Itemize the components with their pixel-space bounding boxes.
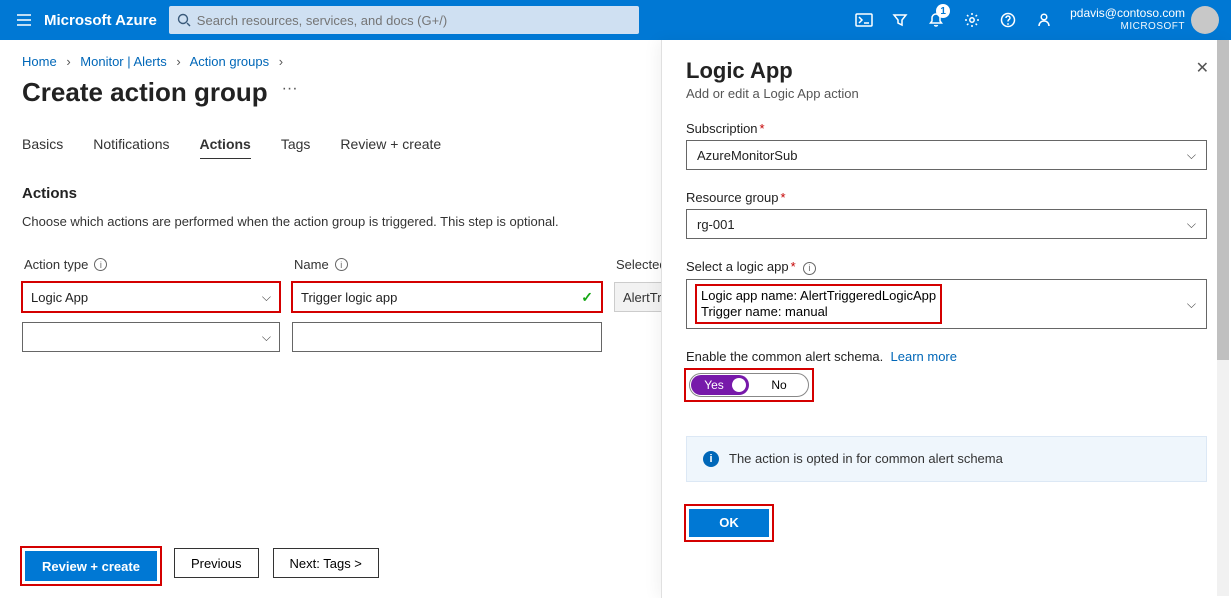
chevron-down-icon: ⌵: [1187, 296, 1196, 312]
tab-review-create[interactable]: Review + create: [340, 136, 441, 159]
common-alert-schema-toggle[interactable]: Yes No: [689, 373, 809, 397]
previous-button[interactable]: Previous: [174, 548, 259, 578]
notifications-icon[interactable]: 1: [918, 0, 954, 40]
tab-basics[interactable]: Basics: [22, 136, 63, 159]
notification-badge: 1: [936, 4, 950, 18]
page-title: Create action group: [22, 77, 268, 108]
info-icon[interactable]: i: [335, 258, 348, 271]
info-icon[interactable]: i: [94, 258, 107, 271]
chevron-down-icon: ⌵: [1187, 148, 1196, 163]
action-name-input[interactable]: Trigger logic app✓: [292, 282, 602, 312]
subscription-dropdown[interactable]: AzureMonitorSub⌵: [686, 140, 1207, 170]
wizard-footer: Review + create Previous Next: Tags >: [22, 548, 379, 584]
col-header-name: Name i: [292, 253, 602, 282]
ok-button[interactable]: OK: [689, 509, 769, 537]
tab-notifications[interactable]: Notifications: [93, 136, 169, 159]
breadcrumb-home[interactable]: Home: [22, 54, 57, 69]
tab-tags[interactable]: Tags: [281, 136, 311, 159]
info-circle-icon: i: [703, 451, 719, 467]
next-tags-button[interactable]: Next: Tags >: [273, 548, 379, 578]
user-avatar[interactable]: [1191, 6, 1219, 34]
info-icon[interactable]: i: [803, 262, 816, 275]
schema-info-box: i The action is opted in for common aler…: [686, 436, 1207, 482]
chevron-down-icon: ⌵: [262, 290, 271, 305]
user-account-block[interactable]: pdavis@contoso.com MICROSOFT: [1070, 6, 1185, 34]
scrollbar-thumb[interactable]: [1217, 40, 1229, 360]
panel-subtitle: Add or edit a Logic App action: [686, 86, 1207, 101]
page-more-icon[interactable]: ···: [282, 80, 298, 98]
resource-group-dropdown[interactable]: rg-001⌵: [686, 209, 1207, 239]
logic-app-side-panel: Logic App Add or edit a Logic App action…: [661, 40, 1231, 598]
panel-close-icon[interactable]: ✕: [1196, 58, 1209, 78]
directories-filter-icon[interactable]: [882, 0, 918, 40]
feedback-icon[interactable]: [1026, 0, 1062, 40]
subscription-label: Subscription*: [686, 121, 1207, 136]
brand-label: Microsoft Azure: [44, 12, 157, 29]
panel-scrollbar[interactable]: [1217, 40, 1229, 596]
search-input[interactable]: [197, 13, 631, 28]
cloud-shell-icon[interactable]: [846, 0, 882, 40]
action-type-dropdown-empty[interactable]: ⌵: [22, 322, 280, 352]
breadcrumb-monitor-alerts[interactable]: Monitor | Alerts: [80, 54, 166, 69]
col-header-action-type: Action type i: [22, 253, 280, 282]
azure-topbar: Microsoft Azure 1 pdavis@contoso.com MIC…: [0, 0, 1231, 40]
learn-more-link[interactable]: Learn more: [891, 349, 957, 364]
breadcrumb-action-groups[interactable]: Action groups: [190, 54, 270, 69]
tab-actions[interactable]: Actions: [200, 136, 251, 159]
user-email-label: pdavis@contoso.com: [1070, 6, 1185, 20]
logic-app-label: Select a logic app* i: [686, 259, 1207, 275]
hamburger-menu-icon[interactable]: [8, 13, 40, 27]
schema-info-text: The action is opted in for common alert …: [729, 451, 1003, 466]
panel-title: Logic App: [686, 58, 1207, 84]
user-tenant-label: MICROSOFT: [1070, 20, 1185, 34]
chevron-down-icon: ⌵: [1187, 217, 1196, 232]
resource-group-label: Resource group*: [686, 190, 1207, 205]
action-name-input-empty[interactable]: [292, 322, 602, 352]
review-create-button[interactable]: Review + create: [25, 551, 157, 581]
logic-app-name-line: Logic app name: AlertTriggeredLogicApp: [701, 288, 936, 304]
validation-check-icon: ✓: [581, 289, 593, 306]
chevron-down-icon: ⌵: [262, 330, 271, 345]
logic-app-selector[interactable]: Logic app name: AlertTriggeredLogicApp T…: [686, 279, 1207, 329]
settings-gear-icon[interactable]: [954, 0, 990, 40]
logic-app-trigger-line: Trigger name: manual: [701, 304, 936, 320]
help-icon[interactable]: [990, 0, 1026, 40]
action-type-dropdown[interactable]: Logic App⌵: [22, 282, 280, 312]
common-alert-schema-label: Enable the common alert schema. Learn mo…: [686, 349, 1207, 364]
global-search[interactable]: [169, 6, 639, 34]
